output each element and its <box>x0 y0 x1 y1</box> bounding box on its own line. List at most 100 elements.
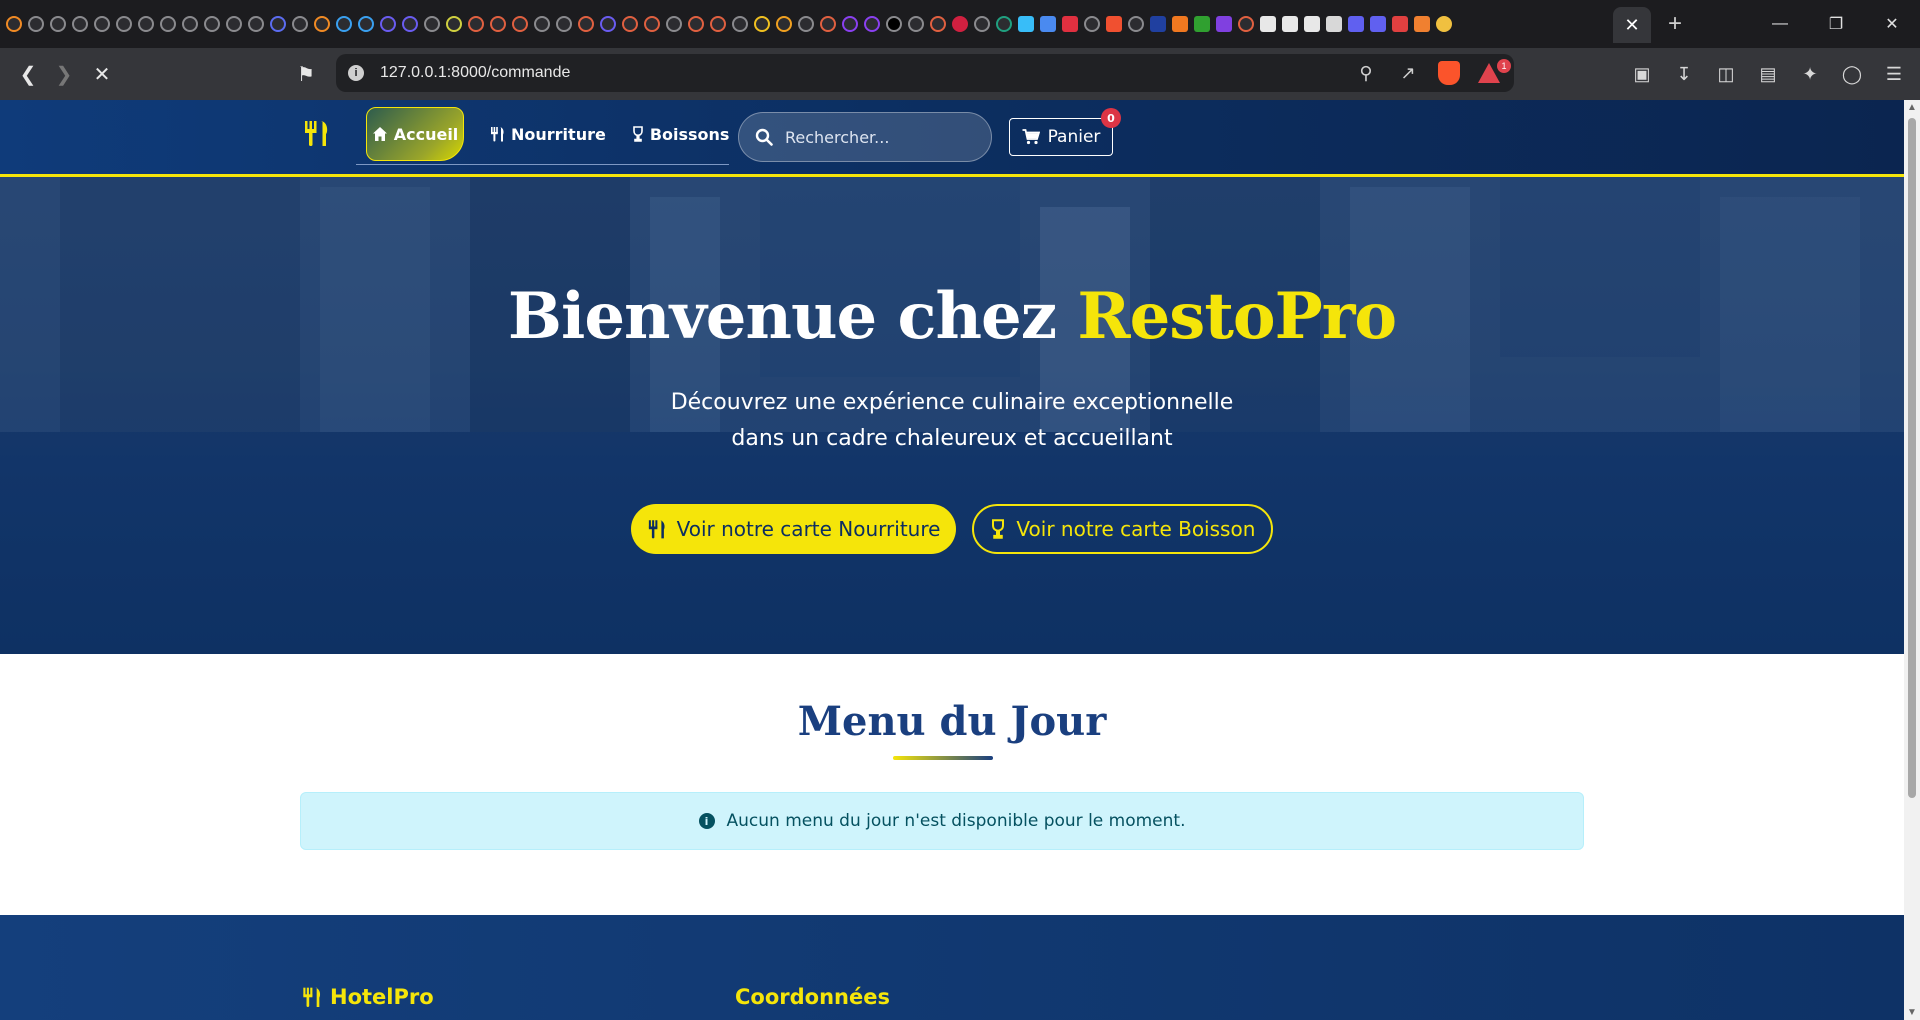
tab-favicon-icon[interactable] <box>512 16 528 32</box>
tab-favicon-icon[interactable] <box>688 16 704 32</box>
new-tab-button[interactable]: + <box>1668 10 1682 38</box>
tab-favicon-icon[interactable] <box>94 16 110 32</box>
nav-home-link[interactable]: Accueil <box>366 107 464 161</box>
tab-favicon-icon[interactable] <box>1150 16 1166 32</box>
close-window-icon[interactable]: ✕ <box>1864 0 1920 48</box>
tab-favicon-icon[interactable] <box>182 16 198 32</box>
address-url[interactable]: 127.0.0.1:8000/commande <box>380 64 570 82</box>
tab-favicon-icon[interactable] <box>270 16 286 32</box>
tab-favicon-icon[interactable] <box>1194 16 1210 32</box>
tab-favicon-icon[interactable] <box>534 16 550 32</box>
tab-favicon-icon[interactable] <box>28 16 44 32</box>
tab-favicon-icon[interactable] <box>864 16 880 32</box>
tab-favicon-icon[interactable] <box>358 16 374 32</box>
leo-ai-icon[interactable]: ✦ <box>1796 60 1824 88</box>
scrollbar-thumb[interactable] <box>1908 118 1916 798</box>
tab-favicon-icon[interactable] <box>116 16 132 32</box>
tab-favicon-icon[interactable] <box>226 16 242 32</box>
pinned-tabs[interactable] <box>0 16 1616 32</box>
tab-favicon-icon[interactable] <box>820 16 836 32</box>
close-tab-icon[interactable]: ✕ <box>1624 15 1639 36</box>
tab-favicon-icon[interactable] <box>600 16 616 32</box>
tab-favicon-icon[interactable] <box>1348 16 1364 32</box>
scroll-down-icon[interactable]: ▼ <box>1907 1007 1917 1018</box>
stop-loading-icon[interactable]: ✕ <box>88 60 116 88</box>
tab-favicon-icon[interactable] <box>908 16 924 32</box>
tab-favicon-icon[interactable] <box>490 16 506 32</box>
active-tab[interactable]: ✕ <box>1613 7 1651 43</box>
tab-favicon-icon[interactable] <box>952 16 968 32</box>
tab-favicon-icon[interactable] <box>1304 16 1320 32</box>
tab-favicon-icon[interactable] <box>50 16 66 32</box>
tab-favicon-icon[interactable] <box>1238 16 1254 32</box>
tab-favicon-icon[interactable] <box>996 16 1012 32</box>
share-icon[interactable]: ↗ <box>1396 60 1420 86</box>
brave-rewards-icon[interactable]: 1 <box>1478 59 1511 83</box>
nav-food-link[interactable]: Nourriture <box>490 125 606 144</box>
tab-favicon-icon[interactable] <box>1216 16 1232 32</box>
search-input[interactable] <box>783 126 977 148</box>
tab-favicon-icon[interactable] <box>1040 16 1056 32</box>
tab-favicon-icon[interactable] <box>446 16 462 32</box>
tab-favicon-icon[interactable] <box>248 16 264 32</box>
cart-button[interactable]: Panier <box>1009 118 1113 156</box>
tab-favicon-icon[interactable] <box>732 16 748 32</box>
tab-favicon-icon[interactable] <box>336 16 352 32</box>
tab-favicon-icon[interactable] <box>72 16 88 32</box>
tab-favicon-icon[interactable] <box>842 16 858 32</box>
tab-favicon-icon[interactable] <box>798 16 814 32</box>
drinks-menu-button[interactable]: Voir notre carte Boisson <box>972 504 1274 554</box>
tab-favicon-icon[interactable] <box>1260 16 1276 32</box>
tab-favicon-icon[interactable] <box>776 16 792 32</box>
tab-favicon-icon[interactable] <box>1392 16 1408 32</box>
tab-favicon-icon[interactable] <box>578 16 594 32</box>
tab-favicon-icon[interactable] <box>644 16 660 32</box>
brave-shields-icon[interactable] <box>1438 61 1460 85</box>
tab-favicon-icon[interactable] <box>1128 16 1144 32</box>
tab-favicon-icon[interactable] <box>1370 16 1386 32</box>
utensils-logo-icon[interactable] <box>302 118 332 156</box>
menu-icon[interactable]: ☰ <box>1880 60 1908 88</box>
wallet-icon[interactable]: ▤ <box>1754 60 1782 88</box>
food-menu-button[interactable]: Voir notre carte Nourriture <box>630 504 957 554</box>
address-bar[interactable]: i 127.0.0.1:8000/commande ⚲ ↗ 1 <box>336 54 1514 92</box>
restore-icon[interactable]: ❐ <box>1808 0 1864 48</box>
tab-favicon-icon[interactable] <box>138 16 154 32</box>
reader-mode-icon[interactable]: ▣ <box>1628 60 1656 88</box>
sidebar-icon[interactable]: ◫ <box>1712 60 1740 88</box>
tab-favicon-icon[interactable] <box>1062 16 1078 32</box>
site-info-icon[interactable]: i <box>348 65 364 81</box>
scroll-up-icon[interactable]: ▲ <box>1907 102 1917 113</box>
forward-icon[interactable]: ❯ <box>50 60 78 88</box>
tab-favicon-icon[interactable] <box>556 16 572 32</box>
vpn-icon[interactable]: ◯ <box>1838 60 1866 88</box>
search-box[interactable] <box>738 112 992 162</box>
bookmark-icon[interactable]: ⚑ <box>292 60 320 88</box>
tab-favicon-icon[interactable] <box>710 16 726 32</box>
tab-favicon-icon[interactable] <box>424 16 440 32</box>
tab-favicon-icon[interactable] <box>204 16 220 32</box>
tab-favicon-icon[interactable] <box>1106 16 1122 32</box>
minimize-icon[interactable]: — <box>1752 0 1808 48</box>
tab-favicon-icon[interactable] <box>292 16 308 32</box>
tab-favicon-icon[interactable] <box>974 16 990 32</box>
nav-drinks-link[interactable]: Boissons <box>632 125 729 144</box>
tab-favicon-icon[interactable] <box>160 16 176 32</box>
tab-favicon-icon[interactable] <box>402 16 418 32</box>
tab-favicon-icon[interactable] <box>886 16 902 32</box>
tab-favicon-icon[interactable] <box>930 16 946 32</box>
back-icon[interactable]: ❮ <box>14 60 42 88</box>
tab-favicon-icon[interactable] <box>468 16 484 32</box>
page-scrollbar[interactable]: ▲ ▼ <box>1904 100 1920 1020</box>
tab-favicon-icon[interactable] <box>1282 16 1298 32</box>
tab-favicon-icon[interactable] <box>1414 16 1430 32</box>
tab-favicon-icon[interactable] <box>380 16 396 32</box>
tab-favicon-icon[interactable] <box>754 16 770 32</box>
tab-favicon-icon[interactable] <box>1326 16 1342 32</box>
downloads-icon[interactable]: ↧ <box>1670 60 1698 88</box>
tab-favicon-icon[interactable] <box>314 16 330 32</box>
tab-favicon-icon[interactable] <box>666 16 682 32</box>
tab-favicon-icon[interactable] <box>1018 16 1034 32</box>
tab-favicon-icon[interactable] <box>6 16 22 32</box>
tab-favicon-icon[interactable] <box>1436 16 1452 32</box>
